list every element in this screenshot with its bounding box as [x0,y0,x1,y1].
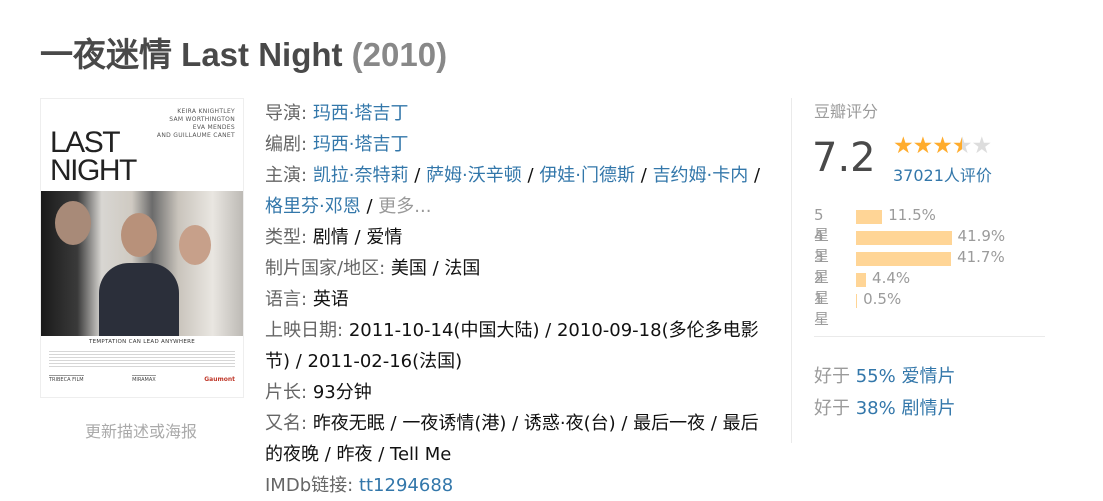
better-than-link[interactable]: 55% 爱情片 [856,366,956,387]
star-icon: ★ [893,133,914,159]
column-divider [791,98,792,443]
poster-credits: KEIRA KNIGHTLEY SAM WORTHINGTON EVA MEND… [156,108,235,139]
better-than-link[interactable]: 38% 剧情片 [856,398,956,419]
cast-link[interactable]: 凯拉·奈特莉 [313,165,409,186]
language-value: 英语 [312,289,349,310]
writer-link[interactable]: 玛西·塔吉丁 [313,134,409,155]
page-title: 一夜迷情 Last Night (2010) [40,28,447,76]
cast-link[interactable]: 格里芬·邓恩 [265,196,361,217]
runtime-row: 片长: 93分钟 [265,382,372,403]
rating-bar [856,252,952,266]
runtime-value: 93分钟 [312,382,372,403]
rating-bar [856,294,858,308]
movie-info: 导演: 玛西·塔吉丁 编剧: 玛西·塔吉丁 主演: 凯拉·奈特莉 / 萨姆·沃辛… [265,98,770,501]
better-than-row: 好于 38% 剧情片 [814,398,956,419]
movie-year: (2010) [351,36,448,73]
language-row: 语言: 英语 [265,289,349,310]
movie-name: 一夜迷情 Last Night [40,36,343,73]
cast-link[interactable]: 吉约姆·卡内 [653,165,749,186]
half-star-icon: ★ [951,133,973,159]
rating-percent: 0.5% [863,290,902,308]
poster-tagline: TEMPTATION CAN LEAD ANYWHERE [88,339,196,345]
imdb-link[interactable]: tt1294688 [359,475,453,496]
cast-link[interactable]: 伊娃·门德斯 [539,165,635,186]
rating-percent: 4.4% [872,269,911,287]
rating-divider [814,336,1045,337]
director-row: 导演: 玛西·塔吉丁 [265,103,409,124]
rating-percent: 11.5% [888,206,936,224]
rating-title: 豆瓣评分 [814,102,879,121]
writer-row: 编剧: 玛西·塔吉丁 [265,134,409,155]
update-description-link[interactable]: 更新描述或海报 [40,418,242,442]
aka-row: 又名: 昨夜无眠 / 一夜诱情(港) / 诱惑·夜(台) / 最后一夜 / 最后… [265,413,759,465]
imdb-row: IMDb链接: tt1294688 [265,475,454,496]
movie-poster[interactable]: KEIRA KNIGHTLEY SAM WORTHINGTON EVA MEND… [40,98,244,398]
rating-bar [856,231,952,245]
cast-more-link[interactable]: 更多... [378,196,431,217]
genre-value: 剧情 / 爱情 [312,227,403,248]
poster-billing-block [49,351,235,369]
rating-bar [856,273,867,287]
better-than-row: 好于 55% 爱情片 [814,366,956,387]
poster-logo: LAST NIGHT [50,126,137,187]
country-value: 美国 / 法国 [390,258,481,279]
star-icon: ★ [912,133,934,159]
aka-value: 昨夜无眠 / 一夜诱情(港) / 诱惑·夜(台) / 最后一夜 / 最后的夜晚 … [265,413,759,465]
rating-bar [856,210,883,224]
release-row: 上映日期: 2011-10-14(中国大陆) / 2010-09-18(多伦多电… [265,320,759,372]
poster-photo [41,191,243,336]
rating-percent: 41.9% [957,227,1006,245]
rating-stars: ★★★★★ [893,133,993,159]
cast-link[interactable]: 萨姆·沃辛顿 [426,165,522,186]
poster-badges: TRIBECA FILM MIRAMAX Gaumont [49,375,235,383]
empty-star-icon: ★ [971,133,993,159]
director-link[interactable]: 玛西·塔吉丁 [313,103,409,124]
rating-score: 7.2 [812,135,876,181]
genre-row: 类型: 剧情 / 爱情 [265,227,403,248]
rating-percent: 41.7% [957,248,1005,266]
cast-row: 主演: 凯拉·奈特莉 / 萨姆·沃辛顿 / 伊娃·门德斯 / 吉约姆·卡内 / … [265,165,761,217]
star-icon: ★ [932,133,953,159]
country-row: 制片国家/地区: 美国 / 法国 [265,258,481,279]
votes-link[interactable]: 37021人评价 [893,162,992,186]
star-level-label: 1星 [814,290,830,328]
